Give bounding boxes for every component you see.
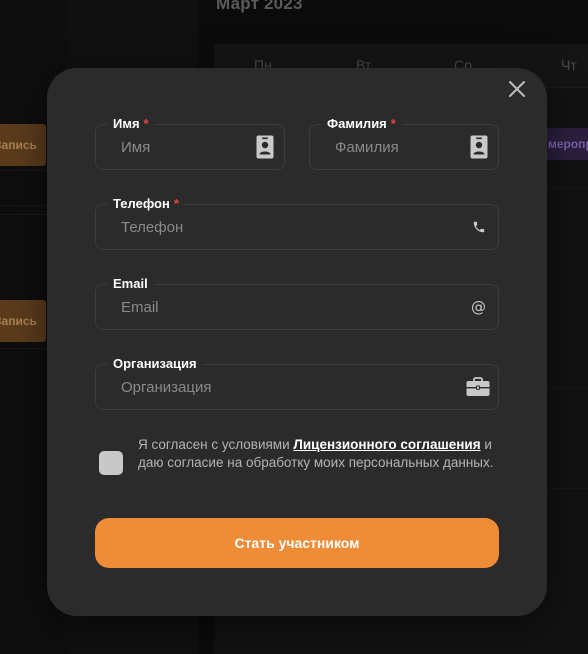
contact-card-icon [470, 135, 488, 159]
organization-field: Организация [95, 356, 499, 410]
divider [540, 388, 588, 389]
briefcase-icon [466, 377, 490, 397]
divider [540, 188, 588, 189]
registration-modal: Имя* Фамилия* Телефон* Email @ Организац… [47, 68, 547, 616]
divider [540, 488, 588, 489]
organization-input[interactable] [96, 365, 498, 409]
consent-text-before: Я согласен с условиями [138, 437, 294, 452]
become-participant-button[interactable]: Стать участником [95, 518, 499, 568]
calendar-event-tag-label: Запись [0, 138, 37, 152]
close-button[interactable] [505, 77, 529, 101]
calendar-event-tag-purple[interactable]: мероприятие [540, 128, 588, 160]
email-input[interactable] [96, 285, 498, 329]
first-name-field: Имя * [95, 116, 285, 170]
calendar-month-title: Март 2023 [216, 0, 303, 13]
email-field: Email @ [95, 276, 499, 330]
phone-icon [472, 220, 486, 234]
last-name-field: Фамилия * [309, 116, 499, 170]
calendar-event-tag-label: Запись [0, 314, 37, 328]
at-sign-icon: @ [471, 298, 486, 316]
consent-text: Я согласен с условиями Лицензионного сог… [138, 436, 498, 472]
phone-input[interactable] [96, 205, 498, 249]
weekday-label: Чт [561, 57, 577, 73]
consent-checkbox[interactable] [99, 451, 123, 475]
calendar-event-tag[interactable]: Запись [0, 124, 46, 166]
close-icon [509, 81, 525, 97]
license-agreement-link[interactable]: Лицензионного соглашения [293, 437, 480, 452]
calendar-event-tag[interactable]: Запись [0, 300, 46, 342]
contact-card-icon [256, 135, 274, 159]
phone-field: Телефон * [95, 196, 499, 250]
